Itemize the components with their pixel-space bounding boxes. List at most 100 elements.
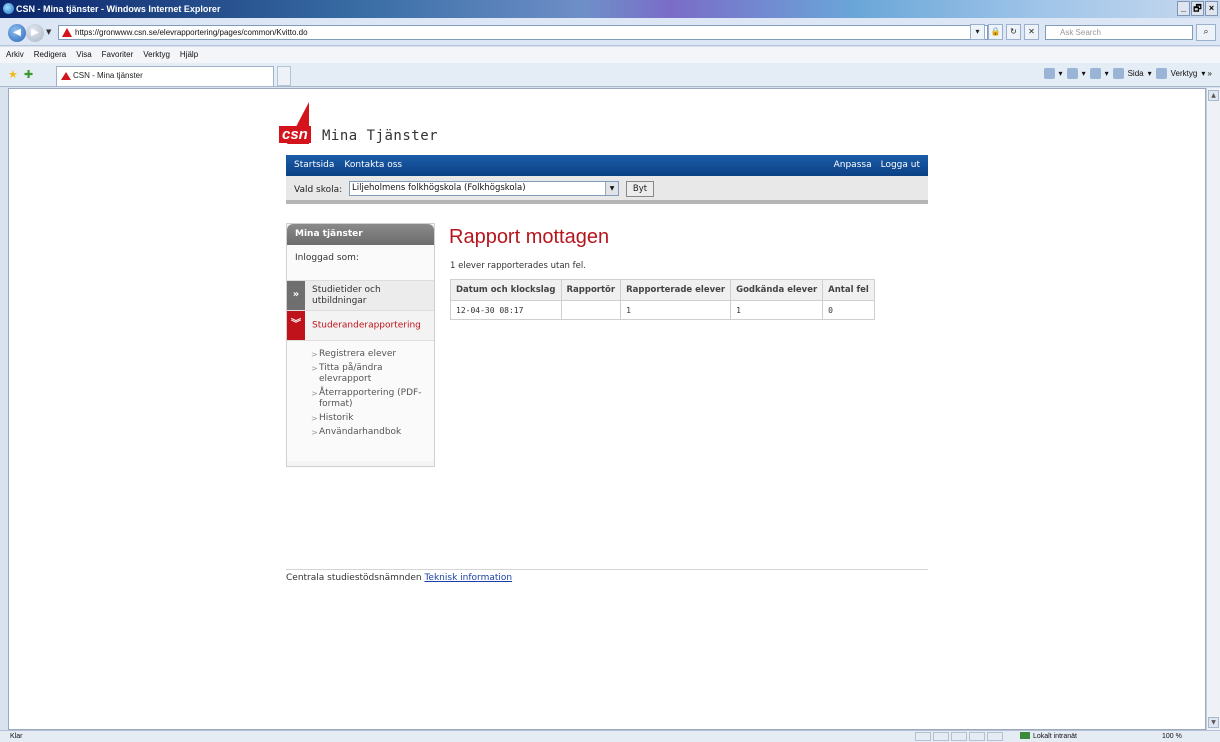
nav-anpassa-link[interactable]: Anpassa [834,155,872,176]
vertical-scrollbar[interactable]: ▲ ▼ [1206,88,1220,730]
sidebar: Mina tjänster Inloggad som: » Studietide… [286,223,435,467]
menu-help[interactable]: Hjälp [180,47,198,63]
col-antal-fel: Antal fel [822,279,875,301]
submenu-anvandarhandbok[interactable]: Användarhandbok [311,427,434,438]
change-school-button[interactable]: Byt [626,181,654,197]
school-select-value: Liljeholmens folkhögskola (Folkhögskola) [352,183,526,193]
menu-view[interactable]: Visa [76,47,91,63]
stop-icon[interactable]: ✕ [1024,24,1039,40]
footer-text: Centrala studiestödsnämnden [286,573,422,583]
csn-tab-icon [61,72,71,80]
minimize-button[interactable]: _ [1177,1,1190,16]
school-label: Vald skola: [294,185,343,195]
page-viewport: csn Mina Tjänster Startsida Kontakta oss… [8,88,1206,730]
submenu-historik[interactable]: Historik [311,413,434,424]
cell-rapportor [560,300,622,320]
col-rapporterade: Rapporterade elever [620,279,732,301]
report-summary: 1 elever rapporterades utan fel. [450,261,586,271]
tab-label: CSN - Mina tjänster [73,71,143,80]
chevron-down-icon[interactable]: ▼ [605,182,618,195]
refresh-icon[interactable]: ↻ [1006,24,1021,40]
command-bar: ▾ ▾ ▾ Sida ▾ Verktyg ▾ » [1043,68,1212,79]
address-toolbar: ◀ ▶ ▼ https://gronwww.csn.se/elevrapport… [0,18,1220,46]
menu-tools[interactable]: Verktyg [143,47,170,63]
internet-explorer-icon [3,3,14,14]
teknisk-information-link[interactable]: Teknisk information [424,573,512,583]
address-dropdown-icon[interactable]: ▾ [970,24,985,40]
close-button[interactable]: × [1205,1,1218,16]
sidebar-header: Mina tjänster [287,224,434,245]
zoom-level[interactable]: 100 % [1162,731,1182,742]
cell-rapporterade: 1 [620,300,732,320]
status-text: Klar [10,733,23,740]
logged-in-label: Inloggad som: [287,245,434,281]
favorites-star-icon[interactable]: ★ [8,68,18,81]
window-titlebar: CSN - Mina tjänster - Windows Internet E… [0,0,1220,18]
search-input[interactable]: Ask Search [1045,25,1193,40]
window-title: CSN - Mina tjänster - Windows Internet E… [16,4,221,14]
submenu-titta-andra[interactable]: Titta på/ändra elevrapport [311,363,434,385]
address-input[interactable]: https://gronwww.csn.se/elevrapportering/… [58,25,988,40]
double-chevron-right-icon: » [287,281,305,310]
status-panels [915,732,1003,741]
submenu-registrera[interactable]: Registrera elever [311,349,434,360]
status-bar: Klar Lokalt intranät 100 % [0,730,1220,742]
col-datum: Datum och klockslag [450,279,562,301]
footer-divider [286,569,928,570]
page-icon [1112,68,1124,79]
school-select[interactable]: Liljeholmens folkhögskola (Folkhögskola)… [349,181,619,196]
security-zone: Lokalt intranät [1020,731,1077,742]
report-table: Datum och klockslag Rapportör Rapportera… [450,279,875,320]
menu-edit[interactable]: Redigera [34,47,66,63]
menu-favorites[interactable]: Favoriter [102,47,134,63]
col-rapportor: Rapportör [560,279,622,301]
menu-file[interactable]: Arkiv [6,47,24,63]
search-icon[interactable]: ⌕ [1196,24,1216,41]
window-controls: _ 🗗 × [1177,1,1218,16]
sidebar-submenu: Registrera elever Titta på/ändra elevrap… [287,341,434,461]
cell-antal-fel: 0 [822,300,875,320]
csn-site-icon [62,28,72,37]
menu-bar: Arkiv Redigera Visa Favoriter Verktyg Hj… [0,47,1220,63]
address-tools: ▾ 🔒 ↻ ✕ [970,24,1039,40]
lock-icon[interactable]: 🔒 [988,24,1003,40]
tab-active[interactable]: CSN - Mina tjänster [56,66,274,86]
double-chevron-down-icon: ︾ [287,311,305,340]
restore-button[interactable]: 🗗 [1191,1,1204,16]
nav-kontakta-link[interactable]: Kontakta oss [344,155,402,176]
school-selector-bar: Vald skola: Liljeholmens folkhögskola (F… [286,176,928,204]
footer: Centrala studiestödsnämnden Teknisk info… [286,573,512,583]
tools-icon [1155,68,1167,79]
home-icon[interactable] [1043,68,1055,79]
print-icon[interactable] [1089,68,1101,79]
table-row: 12-04-30 08:17 1 1 0 [450,300,875,320]
back-button[interactable]: ◀ [8,24,26,42]
history-dropdown-icon[interactable]: ▼ [46,28,51,36]
page-title: Rapport mottagen [449,226,610,248]
feeds-icon[interactable] [1066,68,1078,79]
top-navigation: Startsida Kontakta oss Anpassa Logga ut [286,155,928,176]
logout-link[interactable]: Logga ut [881,155,920,176]
page-menu[interactable]: Sida [1128,69,1144,78]
scroll-up-icon[interactable]: ▲ [1208,90,1219,101]
site-tagline: Mina Tjänster [322,128,439,144]
sidebar-item-studeranderapportering[interactable]: ︾ Studeranderapportering [287,311,434,341]
sidebar-item-studietider[interactable]: » Studietider och utbildningar [287,281,434,311]
new-tab-button[interactable] [277,66,291,86]
sidebar-item-label: Studeranderapportering [312,320,421,330]
table-header-row: Datum och klockslag Rapportör Rapportera… [450,279,875,301]
cell-godkanda: 1 [730,300,824,320]
sidebar-item-label: Studietider och utbildningar [312,284,381,306]
col-godkanda: Godkända elever [730,279,824,301]
tab-bar: ★ ✚ CSN - Mina tjänster ▾ ▾ ▾ Sida ▾ Verk… [0,63,1220,87]
csn-logo[interactable]: csn Mina Tjänster [279,102,459,147]
submenu-aterrapportering[interactable]: Återrapportering (PDF-format) [311,388,434,410]
scroll-down-icon[interactable]: ▼ [1208,717,1219,728]
add-favorite-icon[interactable]: ✚ [24,68,33,81]
cell-datum: 12-04-30 08:17 [450,300,562,320]
nav-startsida-link[interactable]: Startsida [294,155,334,176]
search-placeholder: Ask Search [1060,28,1101,37]
forward-button[interactable]: ▶ [26,24,44,42]
address-url: https://gronwww.csn.se/elevrapportering/… [75,28,308,37]
tools-menu[interactable]: Verktyg [1171,69,1198,78]
